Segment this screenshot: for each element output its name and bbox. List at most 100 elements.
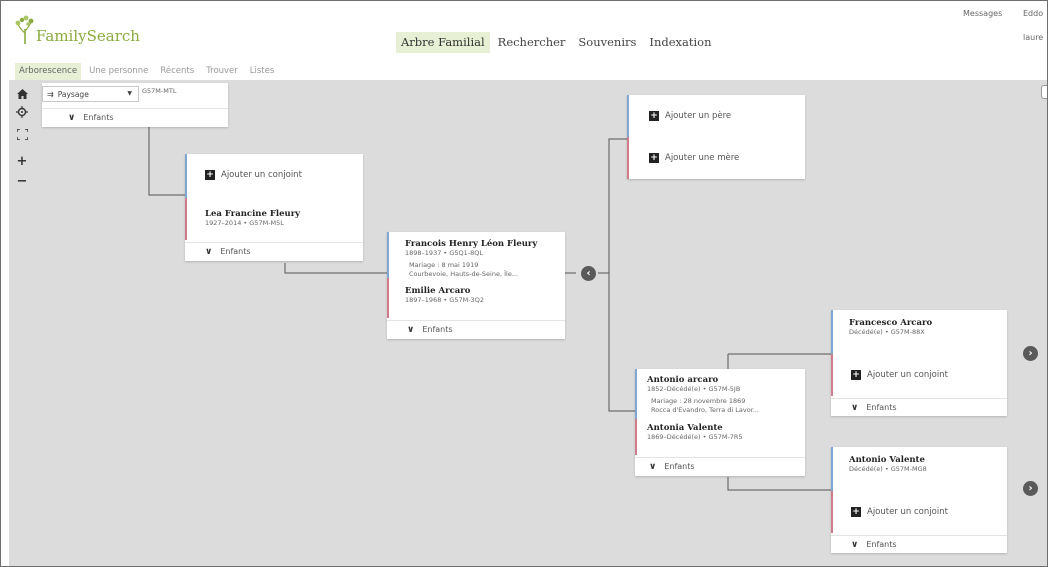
subnav-person[interactable]: Une personne	[85, 63, 152, 80]
male-indicator	[185, 154, 187, 198]
children-toggle[interactable]: ∨ Enfants	[831, 398, 1007, 416]
person-card-lea[interactable]: + Ajouter un conjoint Lea Francine Fleur…	[185, 154, 363, 261]
husband-name[interactable]: Antonio arcaro	[647, 375, 759, 385]
home-icon[interactable]	[11, 84, 33, 104]
zoom-out-button[interactable]: −	[11, 171, 33, 191]
nav-indexing[interactable]: Indexation	[644, 32, 716, 53]
add-father-label: Ajouter un père	[665, 111, 732, 121]
app-window: FamilySearch Arbre Familial Rechercher S…	[0, 0, 1048, 567]
subnav-tree-view[interactable]: Arborescence	[15, 63, 82, 80]
subnav-recent[interactable]: Récents	[156, 63, 198, 80]
male-indicator	[831, 310, 833, 354]
children-label: Enfants	[83, 113, 114, 122]
zoom-in-button[interactable]: +	[11, 151, 33, 171]
wife-row[interactable]: Antonia Valente 1869–Décédé(e) • G57M-7R…	[635, 419, 805, 455]
fullscreen-icon[interactable]	[11, 124, 33, 144]
target-icon[interactable]	[11, 102, 33, 122]
tree-logo-icon	[15, 15, 35, 45]
male-indicator	[635, 369, 637, 419]
male-indicator	[831, 447, 833, 491]
person-lifespan-id: Décédé(e) • G57M-MG8	[849, 465, 927, 473]
add-spouse-row[interactable]: + Ajouter un conjoint	[185, 154, 363, 198]
root-person-id: G57M-MTL	[142, 87, 177, 95]
husband-lifespan-id: 1898–1937 • G5Q1-8QL	[405, 249, 483, 257]
subnav-lists[interactable]: Listes	[246, 63, 279, 80]
messages-link[interactable]: Messages	[963, 9, 1002, 18]
marriage-date: Mariage : 28 novembre 1869	[651, 397, 746, 405]
add-father-row[interactable]: + Ajouter un père	[627, 95, 805, 137]
add-spouse-label: Ajouter un conjoint	[867, 370, 948, 380]
add-father-button[interactable]: + Ajouter un père	[649, 111, 731, 121]
male-indicator	[627, 95, 629, 137]
add-spouse-label: Ajouter un conjoint	[867, 507, 948, 517]
add-spouse-row[interactable]: + Ajouter un conjoint	[831, 491, 1007, 533]
female-indicator	[185, 198, 187, 240]
person-lifespan-id: 1927–2014 • G57M-M5L	[205, 219, 284, 227]
children-label: Enfants	[866, 403, 897, 412]
plus-icon: +	[649, 153, 659, 163]
add-mother-row[interactable]: + Ajouter une mère	[627, 137, 805, 179]
person-name[interactable]: Antonio Valente	[849, 455, 927, 465]
children-toggle[interactable]: ∨ Enfants	[831, 535, 1007, 553]
subnav-find[interactable]: Trouver	[202, 63, 242, 80]
children-toggle[interactable]: ∨ Enfants	[387, 320, 565, 338]
person-row-francesco[interactable]: Francesco Arcaro Décédé(e) • G57M-88X	[831, 310, 1007, 354]
children-toggle[interactable]: ∨ Enfants	[185, 242, 363, 260]
collapse-ancestors-button[interactable]: ‹	[581, 266, 596, 281]
add-spouse-button[interactable]: + Ajouter un conjoint	[851, 507, 948, 517]
add-spouse-button[interactable]: + Ajouter un conjoint	[851, 370, 948, 380]
view-mode-value: Paysage	[57, 89, 89, 99]
logo-text: FamilySearch	[36, 27, 140, 45]
couple-card-arcaro-valente[interactable]: Antonio arcaro 1852–Décédé(e) • G57M-5JB…	[635, 369, 805, 476]
husband-row[interactable]: Francois Henry Léon Fleury 1898–1937 • G…	[387, 232, 565, 278]
person-name[interactable]: Francesco Arcaro	[849, 318, 932, 328]
person-row-lea[interactable]: Lea Francine Fleury 1927–2014 • G57M-M5L	[185, 198, 363, 240]
root-children-toggle[interactable]: ∨ Enfants	[42, 108, 228, 126]
chevron-down-icon: ∨	[407, 324, 415, 335]
tree-subnav: Arborescence Une personne Récents Trouve…	[15, 63, 282, 80]
female-indicator	[831, 491, 833, 533]
female-indicator	[635, 419, 637, 455]
marriage-date: Mariage : 8 mai 1919	[409, 261, 479, 269]
person-card-antonio-valente[interactable]: Antonio Valente Décédé(e) • G57M-MG8 + A…	[831, 447, 1007, 553]
view-mode-select[interactable]: ⇉ Paysage ▼	[42, 86, 139, 102]
chevron-right-icon: ›	[1028, 483, 1033, 494]
children-label: Enfants	[866, 540, 897, 549]
caret-down-icon: ▼	[127, 90, 132, 97]
children-toggle[interactable]: ∨ Enfants	[635, 457, 805, 475]
chevron-down-icon: ∨	[68, 112, 76, 123]
nav-memories[interactable]: Souvenirs	[573, 32, 641, 53]
husband-name[interactable]: Francois Henry Léon Fleury	[405, 239, 537, 249]
top-header: FamilySearch Arbre Familial Rechercher S…	[1, 1, 1047, 61]
add-spouse-label: Ajouter un conjoint	[221, 170, 302, 180]
add-mother-button[interactable]: + Ajouter une mère	[649, 153, 739, 163]
expand-ancestors-antonio-valente-button[interactable]: ›	[1023, 481, 1038, 496]
female-indicator	[831, 354, 833, 396]
familysearch-logo[interactable]: FamilySearch	[15, 15, 140, 45]
person-row-antonio-valente[interactable]: Antonio Valente Décédé(e) • G57M-MG8	[831, 447, 1007, 491]
wife-row[interactable]: Emilie Arcaro 1897–1968 • G57M-3Q2	[387, 278, 565, 318]
wife-name[interactable]: Emilie Arcaro	[405, 286, 484, 296]
children-label: Enfants	[220, 247, 251, 256]
wife-lifespan-id: 1897–1968 • G57M-3Q2	[405, 296, 484, 304]
add-spouse-button[interactable]: + Ajouter un conjoint	[205, 170, 302, 180]
side-panel-toggle[interactable]	[1041, 85, 1047, 99]
nav-family-tree[interactable]: Arbre Familial	[396, 32, 490, 53]
person-card-francesco[interactable]: Francesco Arcaro Décédé(e) • G57M-88X + …	[831, 310, 1007, 416]
parents-placeholder-card[interactable]: + Ajouter un père + Ajouter une mère	[627, 95, 805, 179]
plus-icon: +	[851, 370, 861, 380]
landscape-view-icon: ⇉	[47, 89, 54, 99]
wife-name[interactable]: Antonia Valente	[647, 423, 743, 433]
add-spouse-row[interactable]: + Ajouter un conjoint	[831, 354, 1007, 396]
expand-ancestors-francesco-button[interactable]: ›	[1023, 346, 1038, 361]
person-name[interactable]: Lea Francine Fleury	[205, 209, 300, 219]
main-nav: Arbre Familial Rechercher Souvenirs Inde…	[396, 32, 720, 53]
plus-icon: +	[851, 507, 861, 517]
top-right-link[interactable]: Eddo	[1023, 9, 1043, 18]
chevron-down-icon: ∨	[851, 402, 859, 413]
nav-search[interactable]: Rechercher	[493, 32, 571, 53]
husband-row[interactable]: Antonio arcaro 1852–Décédé(e) • G57M-5JB…	[635, 369, 805, 419]
couple-card-fleury-arcaro[interactable]: Francois Henry Léon Fleury 1898–1937 • G…	[387, 232, 565, 339]
chevron-down-icon: ∨	[851, 539, 859, 550]
user-account-link[interactable]: laure	[1023, 33, 1043, 42]
